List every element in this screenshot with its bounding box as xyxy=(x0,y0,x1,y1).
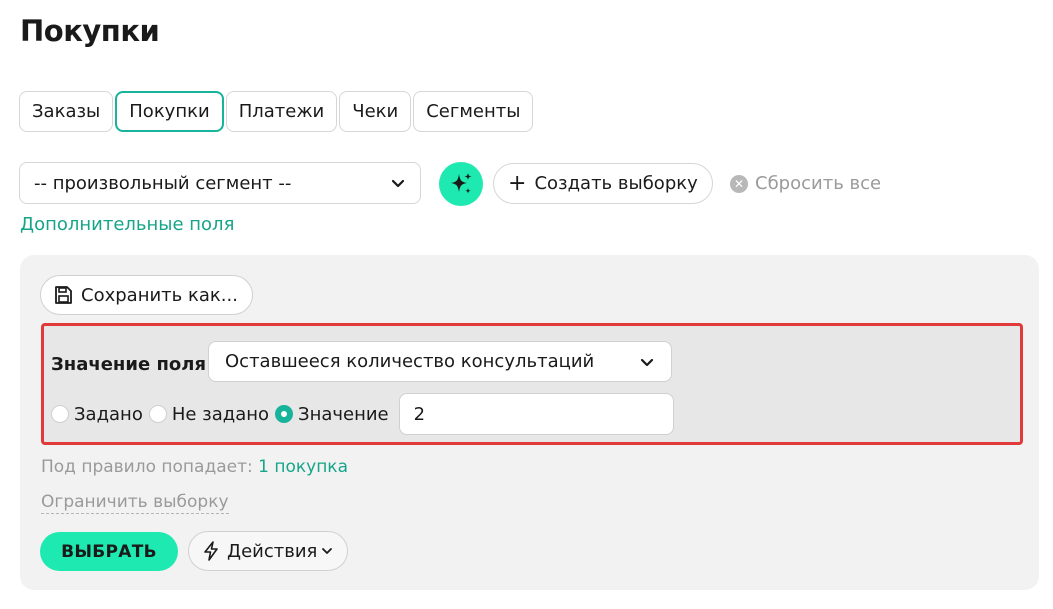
reset-all-button[interactable]: ✕ Сбросить все xyxy=(730,173,881,194)
choose-button[interactable]: ВЫБРАТЬ xyxy=(40,532,178,571)
radio-icon xyxy=(51,405,69,423)
actions-button[interactable]: Действия xyxy=(188,531,349,571)
radio-set[interactable]: Задано xyxy=(51,404,143,425)
chevron-down-icon xyxy=(391,179,405,188)
filter-panel: Сохранить как... Значение поля Оставшеес… xyxy=(20,255,1039,590)
create-selection-button[interactable]: + Создать выборку xyxy=(493,163,713,204)
limit-selection-link[interactable]: Ограничить выборку xyxy=(41,492,229,514)
rule-hint-count[interactable]: 1 покупка xyxy=(258,457,348,477)
tab-receipts[interactable]: Чеки xyxy=(339,91,412,132)
tabs: Заказы Покупки Платежи Чеки Сегменты xyxy=(19,91,535,132)
extra-fields-link[interactable]: Дополнительные поля xyxy=(20,214,234,235)
segment-select-value: -- произвольный сегмент -- xyxy=(34,172,292,194)
value-input[interactable]: 2 xyxy=(398,393,674,435)
save-icon xyxy=(55,286,72,304)
field-value-label: Значение поля xyxy=(51,354,207,375)
lightning-icon xyxy=(204,541,218,561)
radio-not-set[interactable]: Не задано xyxy=(148,403,270,425)
tab-payments[interactable]: Платежи xyxy=(225,91,338,132)
plus-icon: + xyxy=(508,170,527,196)
save-as-button[interactable]: Сохранить как... xyxy=(40,275,253,315)
radio-checked-icon xyxy=(275,405,294,423)
chevron-down-icon xyxy=(322,548,333,554)
actions-label: Действия xyxy=(227,540,318,562)
rule-box: Значение поля Оставшееся количество конс… xyxy=(41,323,1023,445)
radio-set-label: Задано xyxy=(74,403,143,425)
tab-segments[interactable]: Сегменты xyxy=(413,91,534,132)
ai-magic-button[interactable] xyxy=(439,162,483,206)
segment-select[interactable]: -- произвольный сегмент -- xyxy=(19,162,421,204)
create-selection-label: Создать выборку xyxy=(534,173,698,194)
radio-value-label: Значение xyxy=(298,403,389,425)
save-as-label: Сохранить как... xyxy=(81,284,238,306)
radio-group: Задано Не задано Значение 2 xyxy=(51,392,674,436)
rule-hint: Под правило попадает: 1 покупка xyxy=(41,457,348,477)
field-select-value: Оставшееся количество консультаций xyxy=(225,351,595,372)
tab-orders[interactable]: Заказы xyxy=(19,91,114,132)
rule-hint-prefix: Под правило попадает: xyxy=(41,457,253,477)
sparkles-icon xyxy=(451,173,472,194)
page-title: Покупки xyxy=(20,14,160,48)
radio-not-set-label: Не задано xyxy=(171,403,270,425)
radio-value[interactable]: Значение xyxy=(275,404,389,425)
reset-all-label: Сбросить все xyxy=(755,173,882,194)
chevron-down-icon xyxy=(640,358,654,366)
radio-icon xyxy=(148,405,167,423)
field-select[interactable]: Оставшееся количество консультаций xyxy=(208,341,672,382)
close-circle-icon: ✕ xyxy=(730,174,748,193)
tab-purchases[interactable]: Покупки xyxy=(115,91,224,132)
